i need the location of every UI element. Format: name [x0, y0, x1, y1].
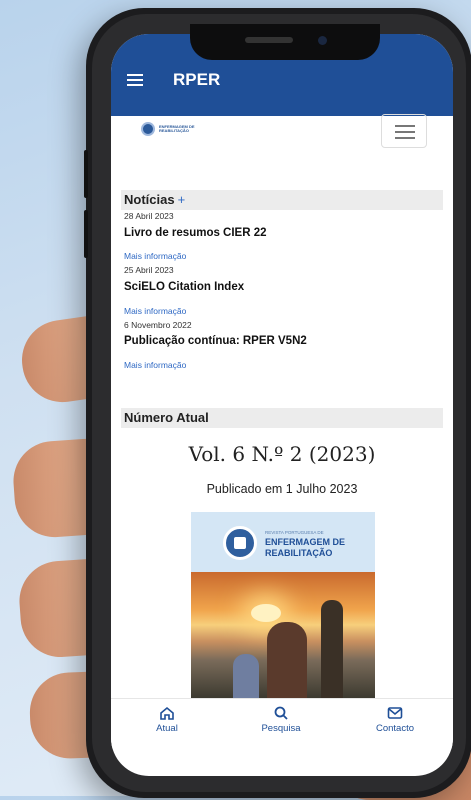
news-more-link[interactable]: + — [178, 192, 186, 207]
speaker — [245, 37, 293, 43]
current-issue-section-header: Número Atual — [121, 408, 443, 428]
nav-label: Atual — [156, 723, 178, 734]
nav-label: Contacto — [375, 723, 415, 734]
nav-item-contacto[interactable]: Contacto — [355, 705, 435, 734]
news-date: 6 Novembro 2022 — [124, 320, 192, 330]
news-more-info-link[interactable]: Mais informação — [124, 360, 186, 370]
news-more-info-link[interactable]: Mais informação — [124, 251, 186, 261]
issue-published-date: Publicado em 1 Julho 2023 — [206, 482, 358, 496]
news-date: 28 Abril 2023 — [124, 211, 174, 221]
news-heading: Notícias — [124, 192, 175, 207]
cover-header: REVISTA PORTUGUESA DE ENFERMAGEM DE REAB… — [191, 512, 375, 572]
news-title[interactable]: SciELO Citation Index — [124, 281, 244, 293]
person-sitting — [267, 622, 307, 698]
home-icon — [160, 706, 174, 720]
volume-button — [84, 150, 88, 198]
nav-label: Pesquisa — [261, 723, 301, 734]
news-section-header: Notícias + — [121, 190, 443, 210]
cover-sunset-photo — [191, 572, 375, 698]
journal-logo[interactable]: ENFERMAGEM DE REABILITAÇÃO — [141, 122, 201, 138]
cover-title-line2: REABILITAÇÃO — [265, 548, 333, 558]
nav-item-pesquisa[interactable]: Pesquisa — [241, 705, 321, 734]
mail-icon — [387, 707, 403, 719]
issue-cover-image[interactable]: REVISTA PORTUGUESA DE ENFERMAGEM DE REAB… — [191, 512, 375, 698]
logo-text: ENFERMAGEM DE REABILITAÇÃO — [159, 125, 195, 133]
cover-emblem-icon — [223, 526, 257, 560]
cover-small-text: REVISTA PORTUGUESA DE — [265, 530, 324, 535]
sun — [251, 604, 281, 622]
nav-item-atual[interactable]: Atual — [127, 705, 207, 734]
child — [233, 654, 259, 698]
logo-line2: REABILITAÇÃO — [159, 128, 189, 133]
news-more-info-link[interactable]: Mais informação — [124, 306, 186, 316]
app-title: RPER — [173, 70, 221, 89]
current-issue-heading: Número Atual — [124, 410, 209, 425]
navbar-toggle-button[interactable] — [381, 114, 427, 148]
cover-title-line1: ENFERMAGEM DE — [265, 537, 346, 547]
news-title[interactable]: Publicação contínua: RPER V5N2 — [124, 335, 307, 347]
logo-emblem-icon — [141, 122, 155, 136]
person-standing — [321, 600, 343, 698]
news-date: 25 Abril 2023 — [124, 265, 174, 275]
search-icon — [274, 706, 288, 720]
volume-button-2 — [84, 210, 88, 258]
issue-volume-title[interactable]: Vol. 6 N.º 2 (2023) — [111, 442, 453, 466]
phone-screen: RPER ENFERMAGEM DE REABILITAÇÃO Notícias… — [111, 34, 453, 776]
menu-icon[interactable] — [127, 74, 143, 86]
news-title[interactable]: Livro de resumos CIER 22 — [124, 227, 267, 239]
front-camera — [318, 36, 327, 45]
bottom-navigation: Atual Pesquisa Contacto — [111, 698, 453, 749]
